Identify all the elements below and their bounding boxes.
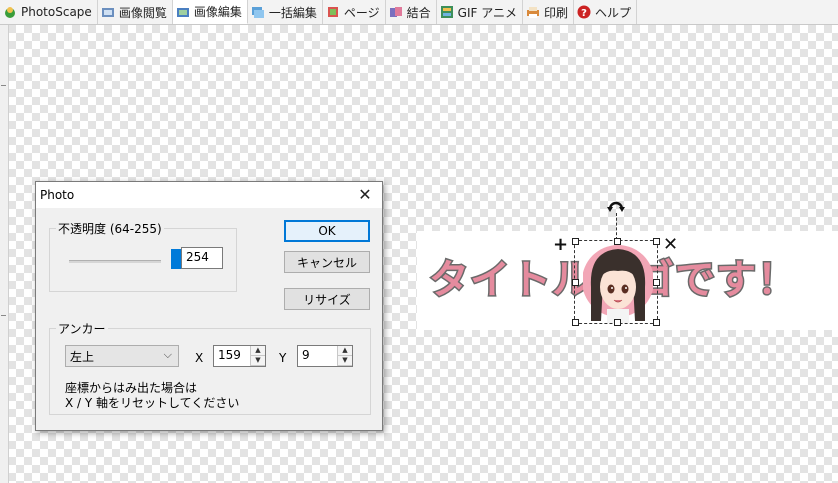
tab-label: 画像閲覧 [118, 5, 167, 20]
page-icon [326, 5, 340, 19]
tab-label: ヘルプ [594, 5, 631, 20]
tab-label: 結合 [406, 5, 431, 20]
tab-combine[interactable]: 結合 [386, 0, 437, 24]
close-icon[interactable]: ✕ [354, 184, 376, 206]
gif-animation-icon [440, 5, 454, 19]
spin-up-icon[interactable]: ▲ [338, 346, 352, 356]
x-coordinate-input[interactable]: 159 ▲ ▼ [213, 345, 266, 367]
y-spinner[interactable]: ▲ ▼ [337, 346, 352, 366]
tab-label: ページ [343, 5, 380, 20]
svg-text:?: ? [581, 8, 587, 19]
x-label: X [195, 351, 204, 365]
opacity-group-label: 不透明度 (64-255) [56, 220, 164, 237]
print-icon [526, 5, 540, 19]
anchor-select[interactable]: 左上 ⌵ [65, 345, 179, 367]
help-icon: ? [577, 5, 591, 19]
delete-object-icon[interactable]: ✕ [663, 236, 678, 254]
y-label: Y [279, 351, 287, 365]
resize-handle[interactable] [614, 319, 621, 326]
dialog-title: Photo [40, 188, 75, 202]
viewer-icon [101, 5, 115, 19]
tab-page[interactable]: ページ [323, 0, 386, 24]
character-portrait [583, 245, 653, 323]
resize-handle[interactable] [614, 238, 621, 245]
opacity-slider-thumb[interactable] [170, 249, 181, 269]
tab-label: PhotoScape [21, 5, 92, 19]
combine-icon [389, 5, 403, 19]
spin-up-icon[interactable]: ▲ [251, 346, 265, 356]
resize-handle[interactable] [572, 279, 579, 286]
ruler-mark [1, 315, 6, 316]
tab-gif-animation[interactable]: GIF アニメ [437, 0, 523, 24]
resize-button[interactable]: リサイズ [284, 288, 370, 310]
resize-handle[interactable] [572, 319, 579, 326]
cancel-button[interactable]: キャンセル [284, 251, 370, 273]
anchor-group-label: アンカー [56, 320, 108, 337]
tab-viewer[interactable]: 画像閲覧 [98, 0, 173, 24]
tab-batch-editor[interactable]: 一括編集 [248, 0, 323, 24]
resize-handle[interactable] [653, 238, 660, 245]
tab-help[interactable]: ? ヘルプ [574, 0, 637, 24]
opacity-slider-track[interactable] [69, 260, 161, 263]
ruler-mark [1, 85, 6, 86]
x-spinner[interactable]: ▲ ▼ [250, 346, 265, 366]
y-coordinate-input[interactable]: 9 ▲ ▼ [297, 345, 353, 367]
resize-handle[interactable] [572, 238, 579, 245]
tab-editor[interactable]: 画像編集 [172, 0, 248, 24]
photo-dialog: Photo ✕ 不透明度 (64-255) 254 OK キャンセル リサイズ … [35, 181, 383, 431]
add-object-icon[interactable]: + [553, 236, 568, 254]
x-value: 159 [218, 348, 241, 362]
spin-down-icon[interactable]: ▼ [338, 356, 352, 366]
chevron-down-icon: ⌵ [163, 348, 172, 361]
ok-button[interactable]: OK [284, 220, 370, 242]
anchor-note-line2: X / Y 軸をリセットしてください [65, 396, 240, 410]
tab-label: 一括編集 [268, 5, 317, 20]
left-ruler-strip [0, 25, 9, 483]
tab-label: GIF アニメ [457, 5, 517, 20]
anchor-selected-value: 左上 [70, 350, 95, 364]
spin-down-icon[interactable]: ▼ [251, 356, 265, 366]
tab-label: 画像編集 [193, 5, 242, 19]
batch-editor-icon [251, 5, 265, 19]
dialog-title-bar[interactable]: Photo ✕ [36, 182, 382, 208]
tab-label: 印刷 [543, 5, 568, 20]
resize-handle[interactable] [653, 319, 660, 326]
rotate-handle-line [616, 213, 618, 240]
photoscape-icon [3, 5, 17, 19]
editor-icon [176, 5, 190, 19]
opacity-value-input[interactable]: 254 [181, 247, 223, 269]
selected-photo-object[interactable] [572, 238, 660, 326]
y-value: 9 [302, 348, 310, 362]
main-tab-bar: PhotoScape 画像閲覧 画像編集 一括編集 ページ 結合 GIF アニメ… [0, 0, 838, 25]
tab-print[interactable]: 印刷 [523, 0, 574, 24]
resize-handle[interactable] [653, 279, 660, 286]
tab-photoscape[interactable]: PhotoScape [0, 0, 98, 24]
